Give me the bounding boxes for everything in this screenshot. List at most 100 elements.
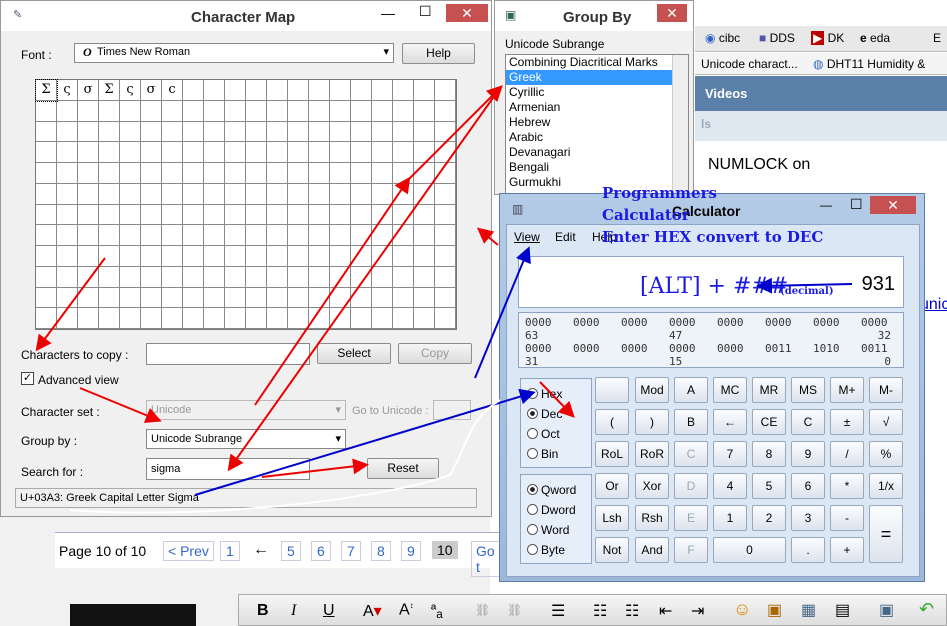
empty-char-cell[interactable]	[393, 204, 414, 226]
empty-char-cell[interactable]	[435, 266, 456, 288]
empty-char-cell[interactable]	[414, 163, 435, 184]
empty-char-cell[interactable]	[162, 142, 183, 164]
italic-icon[interactable]: I	[291, 602, 296, 620]
calc-key[interactable]: ←	[713, 409, 747, 435]
calc-key[interactable]	[595, 377, 629, 403]
empty-char-cell[interactable]	[351, 246, 372, 267]
empty-char-cell[interactable]	[372, 225, 393, 247]
empty-char-cell[interactable]	[288, 225, 309, 247]
empty-char-cell[interactable]	[267, 142, 288, 164]
empty-char-cell[interactable]	[267, 246, 288, 267]
calc-key[interactable]: RoL	[595, 441, 629, 467]
char-cell[interactable]: c	[162, 80, 183, 101]
empty-char-cell[interactable]	[414, 204, 435, 226]
subrange-item[interactable]: Greek	[506, 70, 688, 85]
empty-char-cell[interactable]	[309, 308, 330, 329]
empty-char-cell[interactable]	[288, 121, 309, 143]
advanced-view-checkbox[interactable]: ✓	[21, 372, 34, 385]
template-icon[interactable]: ▤	[835, 600, 850, 620]
radio-hex[interactable]: Hex	[527, 387, 562, 401]
empty-char-cell[interactable]	[246, 266, 267, 288]
empty-char-cell[interactable]	[351, 101, 372, 122]
empty-char-cell[interactable]	[351, 204, 372, 226]
calc-key[interactable]: 0	[713, 537, 786, 563]
empty-char-cell[interactable]	[267, 225, 288, 247]
subrange-item[interactable]: Devanagari	[506, 145, 688, 160]
subrange-item[interactable]: Arabic	[506, 130, 688, 145]
calc-minimize-button[interactable]: —	[820, 198, 832, 212]
empty-char-cell[interactable]	[330, 204, 351, 226]
empty-char-cell[interactable]	[372, 163, 393, 184]
empty-char-cell[interactable]	[435, 287, 456, 309]
calc-key[interactable]: M-	[869, 377, 903, 403]
empty-char-cell[interactable]	[288, 163, 309, 184]
empty-char-cell[interactable]	[330, 308, 351, 329]
empty-char-cell[interactable]	[78, 121, 99, 143]
search-button[interactable]: Reset	[367, 458, 439, 479]
calc-key[interactable]: 1/x	[869, 473, 903, 499]
empty-char-cell[interactable]	[57, 163, 78, 184]
empty-char-cell[interactable]	[330, 121, 351, 143]
empty-char-cell[interactable]	[246, 80, 267, 101]
calc-key[interactable]: A	[674, 377, 708, 403]
tab-e[interactable]: E	[933, 31, 941, 45]
empty-char-cell[interactable]	[36, 142, 57, 164]
empty-char-cell[interactable]	[288, 142, 309, 164]
empty-char-cell[interactable]	[225, 204, 246, 226]
calc-key[interactable]: /	[830, 441, 864, 467]
save-icon[interactable]: ▣	[879, 600, 894, 620]
char-cell[interactable]: Σ	[35, 79, 58, 102]
subrange-item[interactable]: Cyrillic	[506, 85, 688, 100]
link-icon[interactable]: ⛓	[475, 603, 490, 617]
special-char-icon[interactable]: ªa	[431, 601, 443, 621]
empty-char-cell[interactable]	[435, 121, 456, 143]
numbering-icon[interactable]: ☷	[625, 601, 639, 621]
empty-char-cell[interactable]	[162, 101, 183, 122]
menu-view[interactable]: View	[514, 230, 540, 244]
empty-char-cell[interactable]	[141, 101, 162, 122]
empty-char-cell[interactable]	[288, 183, 309, 205]
calc-key[interactable]: Not	[595, 537, 629, 563]
page-9[interactable]: 9	[401, 541, 421, 561]
groupby-select[interactable]: Unicode Subrange ▾	[146, 429, 346, 449]
calculator-close-button[interactable]: ✕	[870, 196, 916, 214]
menu-edit[interactable]: Edit	[555, 230, 576, 244]
unlink-icon[interactable]: ⛓	[507, 603, 522, 617]
empty-char-cell[interactable]	[267, 80, 288, 101]
calc-key[interactable]: And	[635, 537, 669, 563]
empty-char-cell[interactable]	[57, 101, 78, 122]
empty-char-cell[interactable]	[330, 225, 351, 247]
empty-char-cell[interactable]	[162, 204, 183, 226]
empty-char-cell[interactable]	[372, 246, 393, 267]
empty-char-cell[interactable]	[393, 163, 414, 184]
charset-select[interactable]: Unicode ▾	[146, 400, 346, 420]
empty-char-cell[interactable]	[288, 246, 309, 267]
calc-key[interactable]: M+	[830, 377, 864, 403]
empty-char-cell[interactable]	[246, 142, 267, 164]
empty-char-cell[interactable]	[36, 225, 57, 247]
empty-char-cell[interactable]	[267, 183, 288, 205]
calc-key[interactable]: .	[791, 537, 825, 563]
page-8[interactable]: 8	[371, 541, 391, 561]
empty-char-cell[interactable]	[330, 246, 351, 267]
empty-char-cell[interactable]	[309, 163, 330, 184]
empty-char-cell[interactable]	[78, 183, 99, 205]
search-input[interactable]: sigma	[146, 458, 310, 480]
empty-char-cell[interactable]	[183, 101, 204, 122]
empty-char-cell[interactable]	[78, 225, 99, 247]
empty-char-cell[interactable]	[372, 142, 393, 164]
tab-unicode[interactable]: Unicode charact...	[701, 57, 798, 71]
subrange-item[interactable]: Combining Diacritical Marks	[506, 55, 688, 70]
radio-oct[interactable]: Oct	[527, 427, 560, 441]
empty-char-cell[interactable]	[393, 266, 414, 288]
empty-char-cell[interactable]	[99, 246, 120, 267]
empty-char-cell[interactable]	[99, 183, 120, 205]
empty-char-cell[interactable]	[288, 266, 309, 288]
charmap-close-button[interactable]: ✕	[446, 4, 488, 22]
empty-char-cell[interactable]	[36, 308, 57, 329]
calc-key[interactable]: 6	[791, 473, 825, 499]
empty-char-cell[interactable]	[435, 204, 456, 226]
calc-key[interactable]: RoR	[635, 441, 669, 467]
empty-char-cell[interactable]	[309, 266, 330, 288]
calc-key[interactable]: E	[674, 505, 708, 531]
